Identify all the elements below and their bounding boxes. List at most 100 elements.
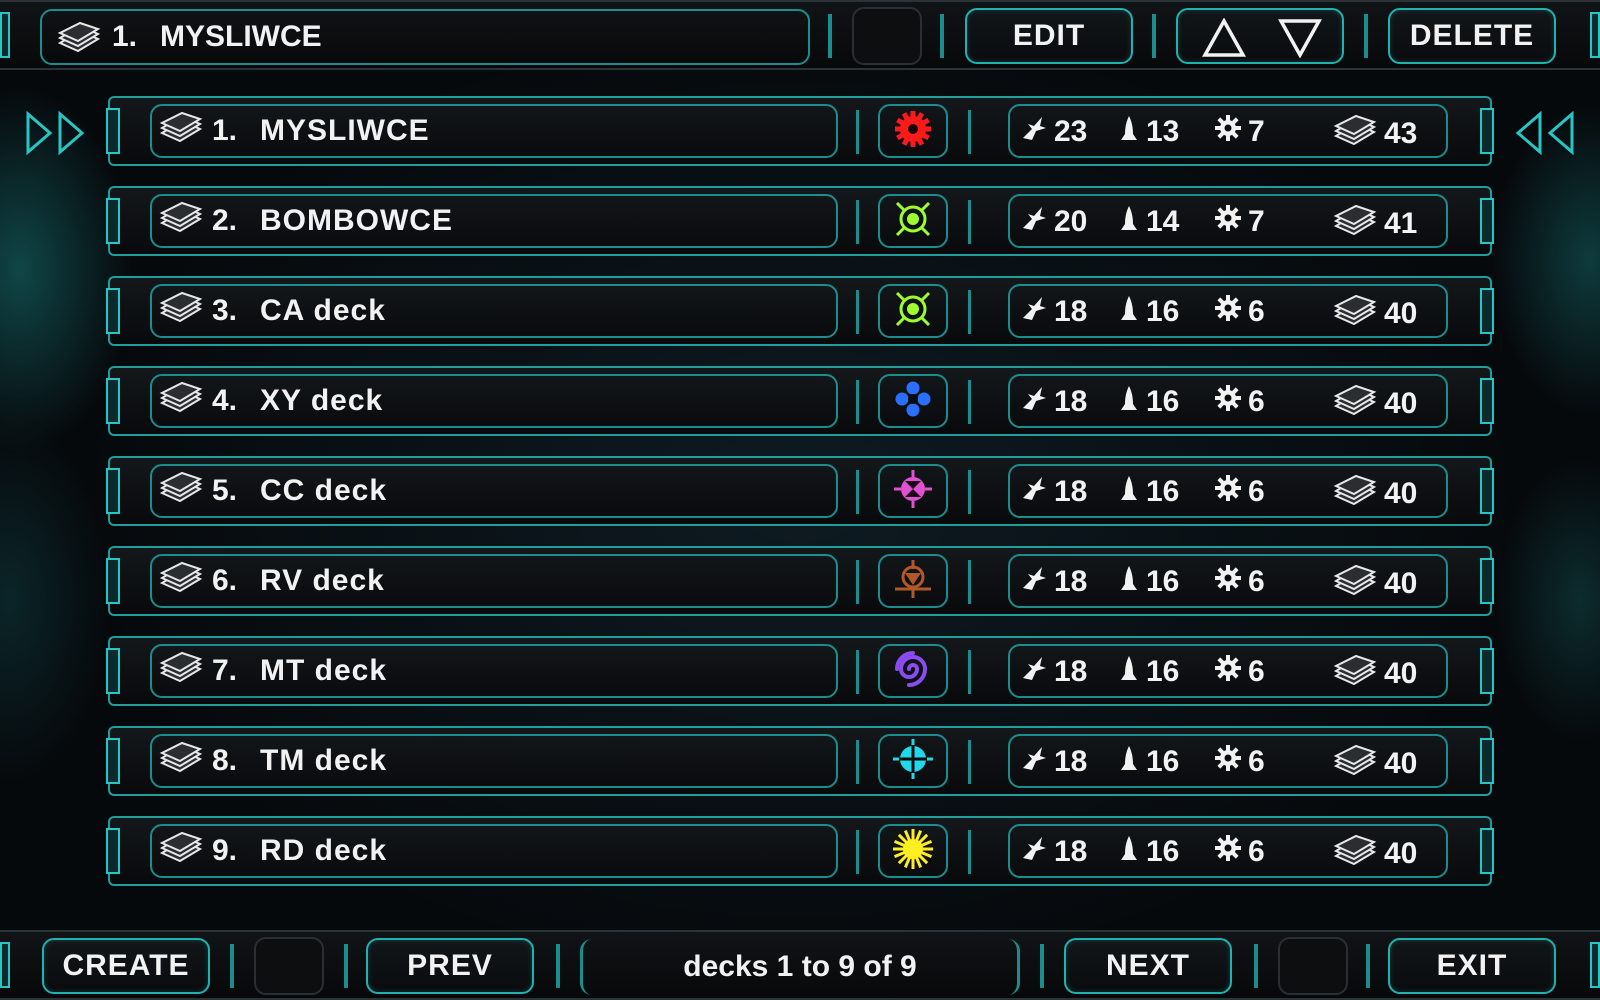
deck-row[interactable]: 4. XY deck 18 16 6 40	[106, 366, 1494, 436]
gear-count-value: 7	[1248, 115, 1265, 148]
unit-count-value: 16	[1146, 745, 1180, 778]
gear-count: 6	[1214, 654, 1265, 690]
divider	[856, 740, 859, 784]
ship-count: 18	[1020, 834, 1087, 870]
gear-icon	[1214, 654, 1242, 690]
faction-badge	[878, 284, 948, 338]
deck-row[interactable]: 2. BOMBOWCE 20 14 7 41	[106, 186, 1494, 256]
card-stack-icon	[158, 651, 204, 691]
exit-button[interactable]: EXIT	[1388, 938, 1556, 994]
deck-number: 4.	[212, 384, 238, 417]
gear-count-value: 6	[1248, 295, 1265, 328]
unit-count: 16	[1118, 744, 1179, 780]
deck-row[interactable]: 5. CC deck 18 16 6 40	[106, 456, 1494, 526]
card-count: 40	[1332, 654, 1417, 694]
ship-count: 18	[1020, 564, 1087, 600]
deck-name-box: 8. TM deck	[150, 734, 838, 788]
deck-row[interactable]: 7. MT deck 18 16 6 40	[106, 636, 1494, 706]
deck-row[interactable]: 1. MYSLIWCE 23 13 7 43	[106, 96, 1494, 166]
unit-icon	[1118, 474, 1140, 510]
gear-count: 6	[1214, 294, 1265, 330]
empty-slot	[1278, 937, 1348, 995]
faction-badge	[878, 734, 948, 788]
divider	[940, 14, 944, 58]
reorder-button-group	[1176, 8, 1344, 64]
card-stack-icon	[1332, 114, 1378, 154]
row-right-cap	[1480, 468, 1494, 514]
deck-number: 9.	[212, 834, 238, 867]
unit-count: 16	[1118, 294, 1179, 330]
divider	[968, 650, 971, 694]
unit-count-value: 13	[1146, 115, 1180, 148]
unit-icon	[1118, 834, 1140, 870]
gear-icon	[1214, 834, 1242, 870]
divider	[1152, 14, 1156, 58]
divider	[968, 290, 971, 334]
deck-stats: 18 16 6 40	[1008, 554, 1448, 608]
divider	[1364, 14, 1368, 58]
unit-count-value: 16	[1146, 295, 1180, 328]
ship-count-value: 18	[1054, 655, 1088, 688]
card-count-value: 40	[1384, 837, 1418, 870]
delete-button[interactable]: DELETE	[1388, 8, 1556, 64]
deck-stats: 20 14 7 41	[1008, 194, 1448, 248]
unit-icon	[1118, 654, 1140, 690]
page-info: decks 1 to 9 of 9	[580, 939, 1020, 995]
ship-icon	[1020, 114, 1048, 150]
row-right-cap	[1480, 108, 1494, 154]
divider	[344, 944, 348, 988]
purple-swirl-icon	[891, 647, 935, 695]
unit-icon	[1118, 294, 1140, 330]
ship-icon	[1020, 474, 1048, 510]
unit-count-value: 14	[1146, 205, 1180, 238]
ship-count: 23	[1020, 114, 1087, 150]
card-stack-icon	[1332, 204, 1378, 244]
blue-quad-circle-icon	[891, 377, 935, 425]
next-button[interactable]: NEXT	[1064, 938, 1232, 994]
deck-row[interactable]: 9. RD deck 18 16 6 40	[106, 816, 1494, 886]
card-count: 40	[1332, 384, 1417, 424]
faction-badge	[878, 104, 948, 158]
ship-icon	[1020, 834, 1048, 870]
deck-name-box: 2. BOMBOWCE	[150, 194, 838, 248]
deck-name: CC deck	[260, 474, 388, 507]
ship-icon	[1020, 294, 1048, 330]
gear-icon	[1214, 294, 1242, 330]
prev-button[interactable]: PREV	[366, 938, 534, 994]
deck-name: MT deck	[260, 654, 388, 687]
triangle-down-icon[interactable]	[1278, 18, 1322, 58]
top-toolbar: 1. MYSLIWCE EDIT DELETE	[0, 0, 1600, 70]
card-stack-icon	[158, 561, 204, 601]
row-right-cap	[1480, 738, 1494, 784]
row-right-cap	[1480, 828, 1494, 874]
faction-badge	[878, 194, 948, 248]
divider	[856, 200, 859, 244]
deck-number: 6.	[212, 564, 238, 597]
deck-number: 2.	[212, 204, 238, 237]
deck-row[interactable]: 8. TM deck 18 16 6 40	[106, 726, 1494, 796]
green-target-icon	[891, 197, 935, 245]
deck-stats: 23 13 7 43	[1008, 104, 1448, 158]
gear-count-value: 6	[1248, 565, 1265, 598]
brown-compass-icon	[891, 557, 935, 605]
unit-count-value: 16	[1146, 655, 1180, 688]
gear-count-value: 7	[1248, 205, 1265, 238]
ship-count: 18	[1020, 654, 1087, 690]
ship-count-value: 23	[1054, 115, 1088, 148]
gear-count: 7	[1214, 204, 1265, 240]
deck-row[interactable]: 3. CA deck 18 16 6 40	[106, 276, 1494, 346]
ship-count: 18	[1020, 294, 1087, 330]
selected-deck-title: 1. MYSLIWCE	[40, 9, 810, 65]
triangle-up-icon[interactable]	[1202, 18, 1246, 58]
gear-icon	[1214, 384, 1242, 420]
deck-name-box: 6. RV deck	[150, 554, 838, 608]
edit-button[interactable]: EDIT	[965, 8, 1133, 64]
divider	[1040, 944, 1044, 988]
deck-row[interactable]: 6. RV deck 18 16 6 40	[106, 546, 1494, 616]
row-right-cap	[1480, 198, 1494, 244]
deck-name-box: 1. MYSLIWCE	[150, 104, 838, 158]
card-stack-icon	[1332, 384, 1378, 424]
row-left-cap	[106, 828, 120, 874]
unit-count: 13	[1118, 114, 1179, 150]
create-button[interactable]: CREATE	[42, 938, 210, 994]
